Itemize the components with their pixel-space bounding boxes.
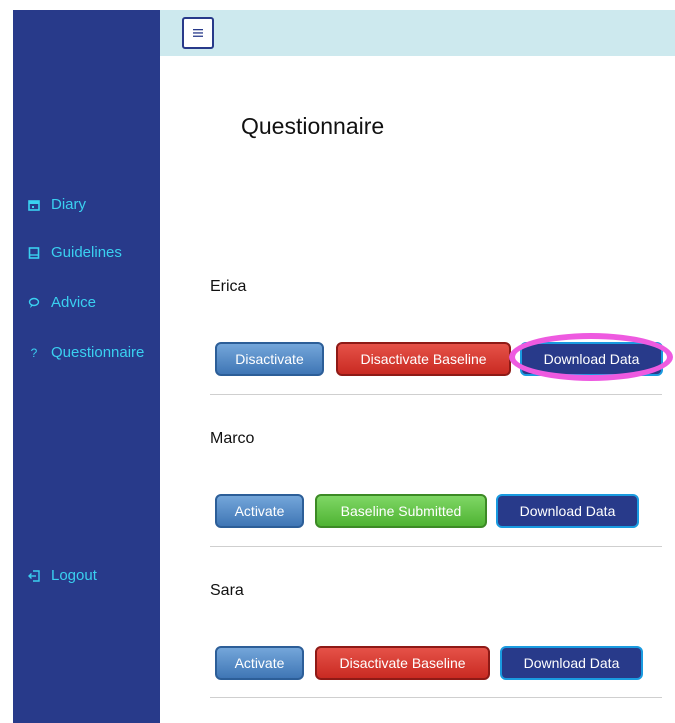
sidebar-item-label: Guidelines [51, 244, 122, 261]
activate-button[interactable]: Activate [215, 494, 304, 528]
user-name: Sara [210, 582, 244, 599]
disactivate-button[interactable]: Disactivate [215, 342, 324, 376]
sidebar-item-label: Questionnaire [51, 344, 145, 361]
question-icon: ? [30, 345, 38, 360]
baseline-submitted-button[interactable]: Baseline Submitted [315, 494, 487, 528]
logout-button[interactable]: Logout [27, 567, 97, 584]
menu-toggle-button[interactable] [182, 17, 214, 49]
download-data-button[interactable]: Download Data [520, 342, 663, 376]
sidebar-item-label: Diary [51, 196, 87, 213]
divider [210, 394, 662, 395]
sidebar-item-advice[interactable]: Advice [27, 294, 96, 311]
menu-icon [193, 24, 203, 42]
sidebar-item-guidelines[interactable]: Guidelines [27, 244, 122, 261]
chat-bubble-icon [27, 296, 41, 310]
sidebar-item-label: Advice [51, 294, 97, 311]
download-data-button[interactable]: Download Data [496, 494, 639, 528]
logout-icon [27, 569, 41, 583]
sidebar-item-diary[interactable]: Diary [27, 196, 86, 213]
logout-label: Logout [51, 567, 97, 584]
book-icon [27, 246, 41, 260]
user-name: Erica [210, 278, 247, 295]
top-bar [160, 10, 675, 56]
disactivate-baseline-button[interactable]: Disactivate Baseline [315, 646, 490, 680]
activate-button[interactable]: Activate [215, 646, 304, 680]
divider [210, 546, 662, 547]
sidebar-item-questionnaire[interactable]: ? Questionnaire [27, 344, 145, 361]
download-data-button[interactable]: Download Data [500, 646, 643, 680]
calendar-icon [27, 198, 41, 212]
divider [210, 697, 662, 698]
user-name: Marco [210, 430, 255, 447]
sidebar: Diary Guidelines Advice ? Questionnaire … [13, 10, 160, 723]
disactivate-baseline-button[interactable]: Disactivate Baseline [336, 342, 511, 376]
page-title: Questionnaire [241, 113, 385, 139]
